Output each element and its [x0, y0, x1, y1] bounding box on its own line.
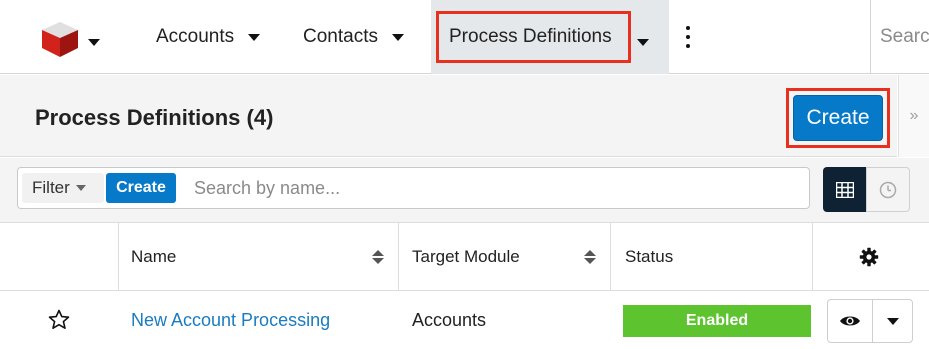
row-actions-dropdown[interactable]	[873, 300, 913, 342]
nav-item-process-definitions-menu[interactable]	[637, 33, 649, 51]
filter-bar: Filter Create	[0, 158, 929, 223]
chevron-down-icon	[75, 185, 86, 191]
column-header-label: Name	[131, 247, 177, 266]
column-header-label: Target Module	[412, 247, 520, 266]
column-header-name[interactable]: Name	[131, 223, 176, 291]
activity-view-button[interactable]	[866, 167, 910, 212]
column-header-label: Status	[625, 247, 674, 266]
logo-cube-icon[interactable]	[40, 20, 80, 58]
eye-icon	[840, 316, 860, 326]
nav-item-accounts[interactable]: Accounts	[156, 0, 261, 74]
filter-create-button[interactable]: Create	[106, 173, 176, 203]
page-title: Process Definitions (4)	[35, 105, 274, 130]
filter-search-wrapper: Filter Create	[17, 167, 810, 209]
activity-clock-icon	[879, 181, 897, 198]
nav-item-label: Accounts	[156, 26, 235, 47]
target-module-cell: Accounts	[412, 291, 486, 349]
nav-divider	[870, 0, 871, 74]
target-module-value: Accounts	[412, 309, 487, 330]
chevron-down-icon[interactable]	[391, 33, 404, 41]
list-view-button[interactable]	[823, 167, 866, 212]
list-view-icon	[835, 181, 854, 198]
global-search-input[interactable]: Search	[880, 26, 929, 48]
record-name-link[interactable]: New Account Processing	[131, 291, 330, 349]
chevron-down-icon	[887, 317, 899, 325]
top-navigation: Accounts Contacts Process Definitions Se…	[0, 0, 929, 74]
chevron-down-icon	[88, 39, 100, 46]
preview-button[interactable]	[828, 300, 873, 342]
filter-dropdown-label: Filter	[32, 178, 70, 197]
create-button-highlight: Create	[786, 88, 890, 148]
filter-dropdown[interactable]: Filter	[22, 173, 104, 203]
row-actions	[827, 299, 913, 343]
nav-item-label: Process Definitions	[449, 26, 612, 47]
collapse-icon[interactable]: »	[898, 75, 929, 157]
gear-icon[interactable]	[859, 247, 879, 267]
column-header-status[interactable]: Status	[625, 223, 673, 291]
chevron-down-icon[interactable]	[248, 33, 261, 41]
list-header: Process Definitions (4) Create	[0, 75, 897, 157]
record-name: New Account Processing	[131, 309, 331, 330]
nav-item-label: Contacts	[303, 26, 378, 47]
sort-icon[interactable]	[372, 250, 384, 264]
nav-item-contacts[interactable]: Contacts	[303, 0, 404, 74]
sort-icon[interactable]	[584, 250, 596, 264]
star-icon[interactable]	[48, 309, 70, 330]
search-input[interactable]	[194, 168, 794, 208]
more-vertical-icon[interactable]	[682, 26, 694, 48]
logo-menu-caret[interactable]	[88, 33, 100, 51]
column-header-target-module[interactable]: Target Module	[412, 223, 520, 291]
create-button[interactable]: Create	[793, 95, 883, 141]
nav-item-process-definitions[interactable]: Process Definitions	[436, 11, 631, 63]
chevron-down-icon	[637, 39, 649, 46]
status-badge: Enabled	[623, 305, 811, 337]
